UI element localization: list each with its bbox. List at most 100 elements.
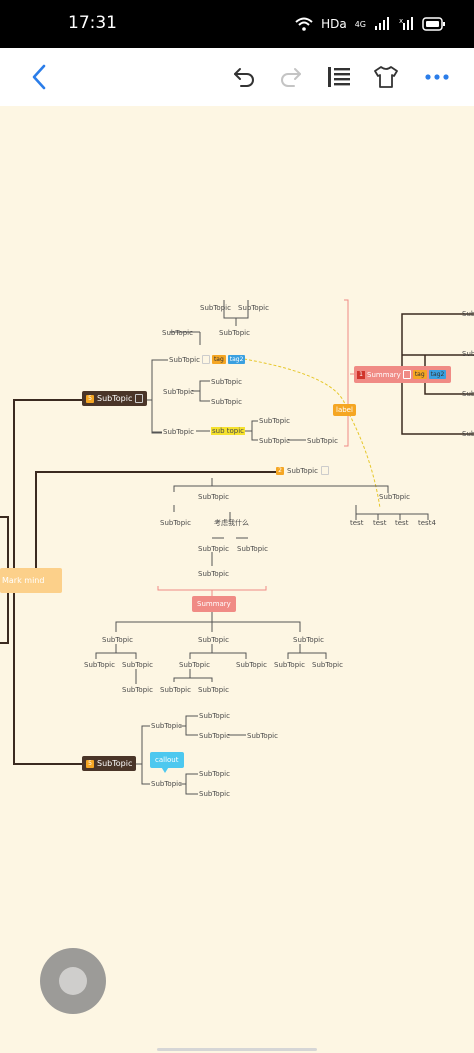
subtopic[interactable]: SubTopic xyxy=(162,329,193,337)
outline-icon xyxy=(328,67,350,87)
subtopic[interactable]: SubTopic xyxy=(160,686,191,694)
subtopic[interactable]: SubTopic xyxy=(199,770,230,778)
subtopic[interactable]: SubTopic xyxy=(199,712,230,720)
subtopic[interactable]: SubTopic xyxy=(379,493,410,501)
subtopic[interactable]: SubTopic xyxy=(236,661,267,669)
subtopic[interactable]: SubTopic xyxy=(238,304,269,312)
back-button[interactable] xyxy=(22,60,56,94)
floating-action-button[interactable] xyxy=(40,948,106,1014)
subtopic[interactable]: SubTopic xyxy=(198,545,229,553)
signal-icon-2: x xyxy=(399,17,413,30)
subtopic[interactable]: SubTopic xyxy=(199,732,230,740)
connector-lines xyxy=(0,299,474,795)
subtopic[interactable]: SubTopic xyxy=(122,661,153,669)
tag2: tag2 xyxy=(227,355,246,364)
subtopic[interactable]: SubTopic xyxy=(237,545,268,553)
root-label: Mark mind xyxy=(2,576,45,585)
subtopic[interactable]: SubTopic xyxy=(198,570,229,578)
subtopic-edge[interactable]: Sub xyxy=(462,310,474,318)
subtopic[interactable]: SubTopic xyxy=(160,519,191,527)
toolbar xyxy=(0,48,474,106)
root-topic[interactable]: Mark mind xyxy=(0,568,62,593)
subtopic[interactable]: SubTopic xyxy=(198,686,229,694)
summary-node-right[interactable]: 1 Summary tag tag2 xyxy=(354,366,451,383)
fab-inner-circle xyxy=(59,967,87,995)
chinese-topic[interactable]: 考虑我什么 xyxy=(214,518,249,528)
subtopic[interactable]: SubTopic xyxy=(122,686,153,694)
theme-button[interactable] xyxy=(369,60,403,94)
more-icon xyxy=(425,74,449,80)
redo-icon xyxy=(281,68,301,87)
test-node[interactable]: test xyxy=(395,519,408,527)
status-icons: HDa 4G x xyxy=(295,14,446,34)
note-icon xyxy=(402,370,411,379)
main-topic-label: SubTopic xyxy=(97,394,133,403)
main-topic-label: SubTopic xyxy=(287,466,318,475)
subtopic[interactable]: SubTopic xyxy=(274,661,305,669)
subtopic[interactable]: SubTopic xyxy=(151,722,182,730)
subtopic[interactable]: SubTopic xyxy=(219,329,250,337)
subtopic[interactable]: SubTopic xyxy=(211,398,242,406)
priority-badge: 5 xyxy=(86,759,94,768)
relation-label[interactable]: label xyxy=(333,404,356,416)
subtopic-edge[interactable]: Sub xyxy=(462,350,474,358)
main-topic-label: SubTopic xyxy=(97,759,133,768)
summary-label: Summary xyxy=(367,370,401,379)
priority-badge: 2 xyxy=(276,466,284,475)
main-topic-1[interactable]: 5 SubTopic xyxy=(82,391,148,406)
status-time: 17:31 xyxy=(68,13,117,33)
subtopic[interactable]: SubTopic xyxy=(198,636,229,644)
wifi-icon xyxy=(295,17,313,31)
undo-button[interactable] xyxy=(227,60,261,94)
note-icon xyxy=(135,394,144,403)
subtopic-tagged[interactable]: SubTopic tag tag2 xyxy=(169,355,246,364)
mindmap-canvas[interactable]: Mark mind 5 SubTopic 2 SubTopic 5 SubTop… xyxy=(0,106,474,1053)
tag: tag xyxy=(412,370,427,379)
subtopic[interactable]: SubTopic xyxy=(312,661,343,669)
subtopic-edge[interactable]: Sub xyxy=(462,390,474,398)
subtopic[interactable]: SubTopic xyxy=(151,780,182,788)
subtopic[interactable]: SubTopic xyxy=(102,636,133,644)
test-node[interactable]: test xyxy=(350,519,363,527)
undo-icon xyxy=(234,68,254,87)
test-node[interactable]: test xyxy=(373,519,386,527)
subtopic[interactable]: SubTopic xyxy=(307,437,338,445)
subtopic[interactable]: SubTopic xyxy=(198,493,229,501)
subtopic[interactable]: SubTopic xyxy=(211,378,242,386)
subtopic[interactable]: SubTopic xyxy=(84,661,115,669)
cell-type: 4G xyxy=(354,19,366,29)
outline-button[interactable] xyxy=(322,60,356,94)
home-indicator xyxy=(157,1048,317,1051)
more-button[interactable] xyxy=(420,60,454,94)
network-type: HDa xyxy=(321,17,347,31)
subtopic[interactable]: SubTopic xyxy=(247,732,278,740)
tshirt-icon xyxy=(374,66,398,88)
subtopic[interactable]: SubTopic xyxy=(163,428,194,436)
callout-pointer xyxy=(160,765,170,773)
signal-icon xyxy=(375,17,389,30)
redo-button[interactable] xyxy=(274,60,308,94)
chevron-left-icon xyxy=(32,64,46,90)
subtopic[interactable]: SubTopic xyxy=(200,304,231,312)
subtopic[interactable]: SubTopic xyxy=(199,790,230,798)
battery-icon xyxy=(422,17,445,31)
test-node[interactable]: test4 xyxy=(418,519,436,527)
subtopic[interactable]: SubTopic xyxy=(179,661,210,669)
note-icon xyxy=(201,355,210,364)
subtopic[interactable]: SubTopic xyxy=(163,388,194,396)
summary-node-mid[interactable]: Summary xyxy=(192,596,236,612)
priority-badge: 1 xyxy=(357,370,365,379)
subtopic[interactable]: SubTopic xyxy=(293,636,324,644)
svg-text:x: x xyxy=(399,17,403,25)
subtopic[interactable]: SubTopic xyxy=(259,417,290,425)
note-icon xyxy=(320,466,329,475)
subtopic-highlighted[interactable]: sub topic xyxy=(211,427,246,435)
tag: tag xyxy=(211,355,226,364)
main-topic-2[interactable]: 2 SubTopic xyxy=(276,466,329,475)
status-bar: 17:31 HDa 4G x xyxy=(0,0,474,48)
subtopic-edge[interactable]: Sub xyxy=(462,430,474,438)
subtopic[interactable]: SubTopic xyxy=(259,437,290,445)
main-topic-3[interactable]: 5 SubTopic xyxy=(82,756,137,771)
callout-node[interactable]: callout xyxy=(150,749,184,773)
tag2: tag2 xyxy=(428,370,447,379)
